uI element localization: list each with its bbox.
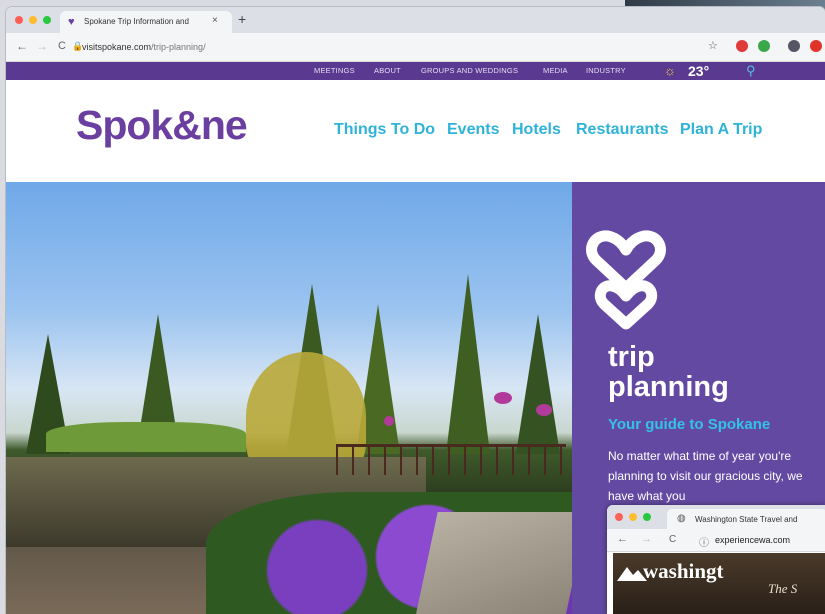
stone-wall [414,512,572,614]
nav-plan-a-trip[interactable]: Plan A Trip [680,121,762,139]
popup-brand: washingt [643,559,724,583]
nav-restaurants[interactable]: Restaurants [576,121,668,139]
browser-toolbar: ← → C 🔒 visitspokane.com/trip-planning/ … [6,33,825,62]
popup-toolbar: ← → C ⓘ experiencewa.com [607,529,825,552]
panel-heading-line2: planning [608,371,729,403]
popup-hero-image: washingt The S [613,553,825,614]
panel-subheading: Your guide to Spokane [608,416,771,433]
secondary-browser-window[interactable]: ◍ Washington State Travel and ← → C ⓘ ex… [607,505,825,614]
popup-address-bar[interactable]: experiencewa.com [715,535,790,545]
spokane-logo[interactable]: Spok&ne [76,102,248,149]
tab-close-button[interactable]: × [212,15,218,26]
tab-title: Spokane Trip Information and [84,17,189,26]
zoom-window-button[interactable] [43,16,51,24]
green-extension-icon[interactable] [758,40,770,52]
tab-spokane[interactable]: ♥ Spokane Trip Information and × [60,11,232,33]
popup-tab-bar: ◍ Washington State Travel and [607,505,825,529]
tab-bar: ♥ Spokane Trip Information and × + [6,7,825,33]
address-bar[interactable]: visitspokane.com/trip-planning/ [82,42,206,52]
pinterest-extension-icon[interactable] [736,40,748,52]
popup-reload-button[interactable]: C [669,534,676,545]
popup-close-button[interactable] [615,513,623,521]
reload-button[interactable]: C [58,40,66,52]
topbar-link-meetings[interactable]: MEETINGS [314,66,355,75]
double-heart-icon [586,230,666,330]
back-button[interactable]: ← [16,39,28,53]
search-icon[interactable]: ⚲ [746,63,756,79]
panel-heading-line1: trip [608,341,655,373]
spokane-heart-icon: ♥ [68,16,75,28]
temperature: 23° [688,63,710,79]
close-window-button[interactable] [15,16,23,24]
red-extension-icon[interactable] [810,40,822,52]
globe-icon: ◍ [677,513,686,524]
new-tab-button[interactable]: + [238,11,246,27]
tree [516,314,560,454]
popup-tagline: The S [768,581,798,596]
panel-heading: trip planning [608,342,729,402]
profile-avatar-icon[interactable] [788,40,800,52]
flower-basket [536,404,552,416]
hero-image-park [6,182,572,614]
nav-things-to-do[interactable]: Things To Do [334,121,435,139]
info-icon[interactable]: ⓘ [699,534,709,549]
popup-forward-button[interactable]: → [641,533,652,545]
nav-hotels[interactable]: Hotels [512,121,561,139]
popup-tab[interactable]: ◍ Washington State Travel and [667,509,825,529]
topbar-link-industry[interactable]: INDUSTRY [586,66,626,75]
nav-events[interactable]: Events [447,121,499,139]
url-host: visitspokane.com [82,42,152,52]
url-path: /trip-planning/ [151,42,206,52]
sun-icon: ☼ [664,63,676,78]
flower-basket [384,416,394,426]
bookmark-star-icon[interactable]: ☆ [708,39,718,52]
popup-zoom-button[interactable] [643,513,651,521]
popup-tab-title: Washington State Travel and [695,515,798,524]
site-utility-bar: MEETINGS ABOUT GROUPS AND WEDDINGS MEDIA… [6,62,825,80]
topbar-link-groups-weddings[interactable]: GROUPS AND WEDDINGS [421,66,518,75]
footbridge [336,444,566,475]
flower-basket [494,392,512,404]
topbar-link-about[interactable]: ABOUT [374,66,401,75]
topbar-link-media[interactable]: MEDIA [543,66,568,75]
tree [446,274,490,454]
popup-back-button[interactable]: ← [617,533,628,545]
minimize-window-button[interactable] [29,16,37,24]
site-header: Spok&ne Things To Do Events Hotels Resta… [6,80,825,182]
lawn [46,422,246,452]
panel-body-text: No matter what time of year you're plann… [608,449,803,503]
forward-button[interactable]: → [36,39,48,53]
popup-minimize-button[interactable] [629,513,637,521]
